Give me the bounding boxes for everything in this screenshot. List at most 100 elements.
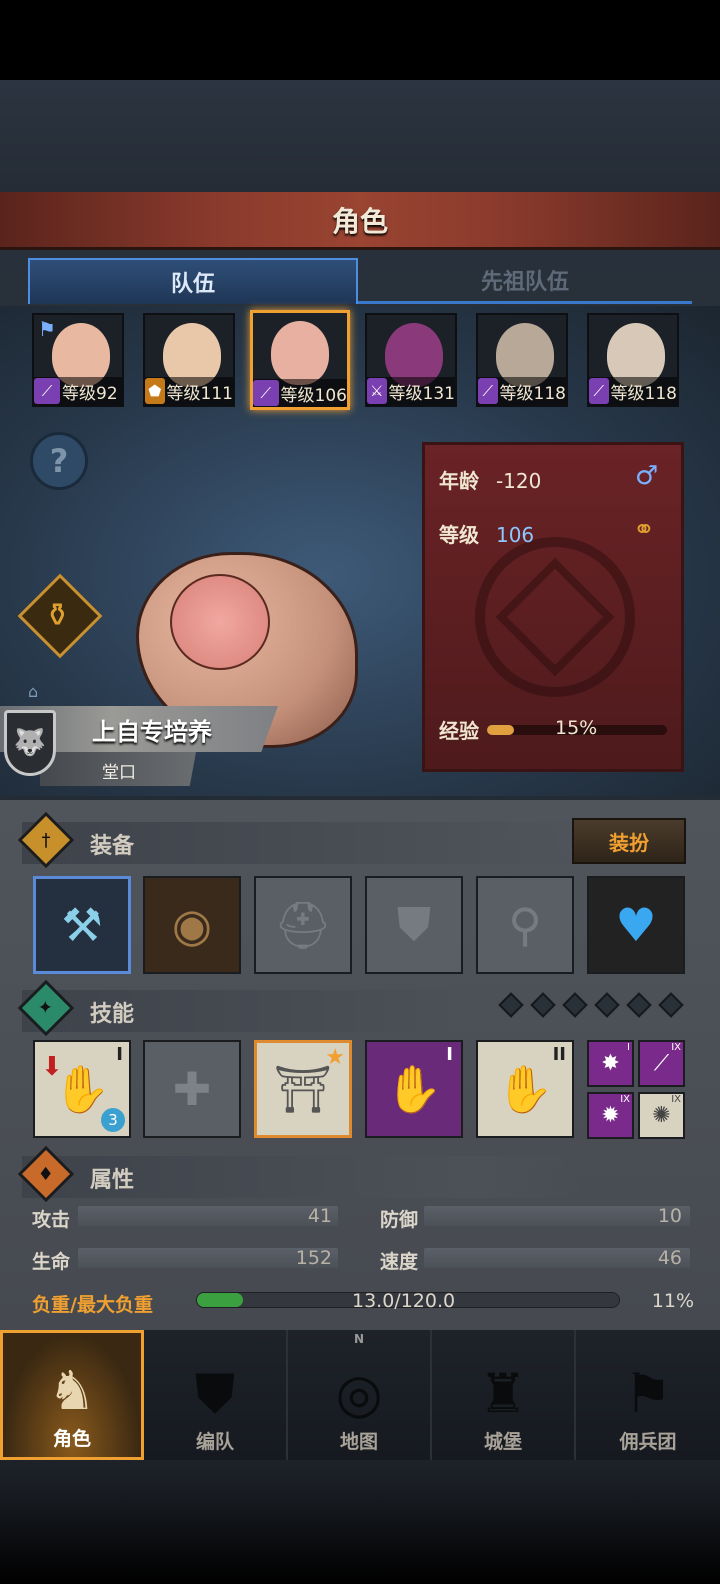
burst-icon: ✸	[601, 1051, 620, 1076]
skill-tier: IX	[620, 1094, 630, 1105]
skill-slot-4[interactable]: ✋ I	[365, 1040, 463, 1138]
roster-portrait-1[interactable]: ⚑ ⟋ 等级92	[32, 313, 124, 407]
male-icon: ♂	[635, 461, 659, 491]
shatter-icon: ✺	[652, 1103, 671, 1128]
skill-slot-3[interactable]: ⛩ ★	[254, 1040, 352, 1138]
character-name[interactable]: 上自专培养	[92, 712, 212, 747]
banner-icon: ⚑	[623, 1362, 673, 1425]
crystal-hand-icon: ✋	[496, 1061, 554, 1116]
sword-icon: ⚔	[367, 378, 387, 404]
nav-character[interactable]: ♞ 角色	[0, 1330, 144, 1460]
baby-face	[170, 574, 270, 670]
title-bar: 角色	[0, 192, 720, 250]
dress-up-button[interactable]: 装扮	[572, 818, 686, 864]
portrait-face	[271, 321, 329, 385]
nav-castle[interactable]: ♜ 城堡	[432, 1330, 576, 1460]
helmet-group-icon: ⛊	[194, 1362, 236, 1425]
equipment-header: † 装备	[17, 811, 582, 869]
boots-icon: ⚲	[508, 898, 542, 952]
nav-label: 佣兵团	[619, 1431, 677, 1453]
equip-slot-weapon[interactable]: ⚒	[33, 876, 131, 974]
roster-portrait-2[interactable]: ⬟ 等级111	[143, 313, 235, 407]
roster-portrait-3-selected[interactable]: ⟋ 等级106	[250, 310, 350, 410]
home-icon: ⌂	[28, 682, 39, 701]
nav-mercenary[interactable]: ⚑ 佣兵团	[576, 1330, 720, 1460]
roster-portrait-5[interactable]: ⟋ 等级118	[476, 313, 568, 407]
passive-skill-2[interactable]: ⟋ IX	[638, 1040, 685, 1087]
skill-slot-5[interactable]: ✋ II	[476, 1040, 574, 1138]
nav-formation[interactable]: ⛊ 编队	[144, 1330, 288, 1460]
attack-value: 41	[307, 1205, 332, 1227]
equip-slot-amulet[interactable]: ♥	[587, 876, 685, 974]
potion-icon: ⚱	[44, 596, 71, 634]
skill-badge: 3	[101, 1108, 125, 1132]
exp-percent: 15%	[555, 717, 598, 739]
defense-value: 10	[657, 1205, 682, 1227]
roster-portrait-4[interactable]: ⚔ 等级131	[365, 313, 457, 407]
exp-bar-fill	[487, 725, 514, 735]
attributes-title: 属性	[90, 1168, 135, 1193]
exp-label: 经验	[439, 719, 479, 743]
help-icon[interactable]: ?	[30, 432, 88, 490]
nav-map[interactable]: N ◎ 地图	[288, 1330, 432, 1460]
skill-slot-1[interactable]: ✋ I ⬇ 3	[33, 1040, 131, 1138]
skill-tier: I	[446, 1044, 453, 1065]
equipment-title: 装备	[90, 834, 135, 859]
tab-ancestor-team[interactable]: 先祖队伍	[358, 258, 692, 304]
skill-tier: IX	[671, 1042, 681, 1053]
nav-label: 地图	[339, 1431, 378, 1453]
wolf-crest-icon: 🐺	[4, 710, 56, 776]
portrait-level: ⚔ 等级131	[367, 377, 455, 405]
hp-label: 生命	[32, 1251, 71, 1273]
nav-label: 城堡	[483, 1431, 522, 1453]
load-label: 负重/最大负重	[32, 1294, 153, 1316]
skill-tier: II	[552, 1044, 566, 1065]
staff-icon: ⟋	[253, 380, 279, 406]
bottom-band	[0, 1460, 720, 1584]
rings-icon: ⚭	[633, 515, 655, 545]
load-percent: 11%	[651, 1290, 694, 1312]
defense-label: 防御	[380, 1209, 419, 1231]
age-row: 年龄 -120	[439, 469, 542, 493]
skill-tier: I	[116, 1044, 123, 1065]
equip-slot-boots[interactable]: ⚲	[476, 876, 574, 974]
level-row: 等级 106	[439, 523, 535, 547]
wand-icon: ⟋	[653, 1051, 670, 1076]
bottom-nav: ♞ 角色 ⛊ 编队 N ◎ 地图 ♜ 城堡 ⚑ 佣兵团	[0, 1330, 720, 1460]
skill-tier: I	[627, 1042, 630, 1053]
skills-title: 技能	[90, 1002, 135, 1027]
guild-name: 堂口	[102, 763, 136, 783]
compass-map-icon: ◎	[335, 1362, 383, 1425]
skill-slot-empty[interactable]: ✚	[143, 1040, 241, 1138]
top-band	[0, 80, 720, 192]
load-value: 13.0/120.0	[352, 1290, 456, 1312]
staff-icon: ⟋	[478, 378, 498, 404]
passive-skill-3[interactable]: ✹ IX	[587, 1092, 634, 1139]
page-title: 角色	[331, 204, 388, 238]
passive-skill-4[interactable]: ✺ IX	[638, 1092, 685, 1139]
helmet-icon: ⛑	[273, 897, 333, 952]
staff-icon: ⟋	[589, 378, 609, 404]
passive-skill-1[interactable]: ✸ I	[587, 1040, 634, 1087]
knight-icon: ♞	[47, 1359, 97, 1422]
character-info-panel: 年龄 -120 ♂ 等级 106 ⚭ 经验 15%	[422, 442, 684, 772]
roster-portrait-6[interactable]: ⟋ 等级118	[587, 313, 679, 407]
mace-icon: ⚒	[61, 898, 103, 952]
cross-icon: ✚	[172, 1062, 212, 1116]
shield-icon: ⬟	[145, 378, 165, 404]
staff-icon: ⟋	[34, 378, 60, 404]
equip-slot-armor[interactable]: ⛊	[365, 876, 463, 974]
flag-icon: ⚑	[38, 317, 56, 341]
team-tabs: 队伍 先祖队伍	[28, 258, 692, 304]
portrait-level: ⬟ 等级111	[145, 377, 233, 405]
equip-slot-helmet[interactable]: ⛑	[254, 876, 352, 974]
speed-value: 46	[657, 1247, 682, 1269]
explosion-icon: ✹	[601, 1103, 620, 1128]
crystal-hand-icon: ✋	[385, 1061, 443, 1116]
portrait-level: ⟋ 等级106	[253, 379, 347, 407]
nav-label: 角色	[52, 1428, 91, 1450]
attack-label: 攻击	[32, 1209, 71, 1231]
tab-team[interactable]: 队伍	[28, 258, 358, 304]
portrait-level: ⟋ 等级118	[589, 377, 677, 405]
equip-slot-offhand[interactable]: ◉	[143, 876, 241, 974]
